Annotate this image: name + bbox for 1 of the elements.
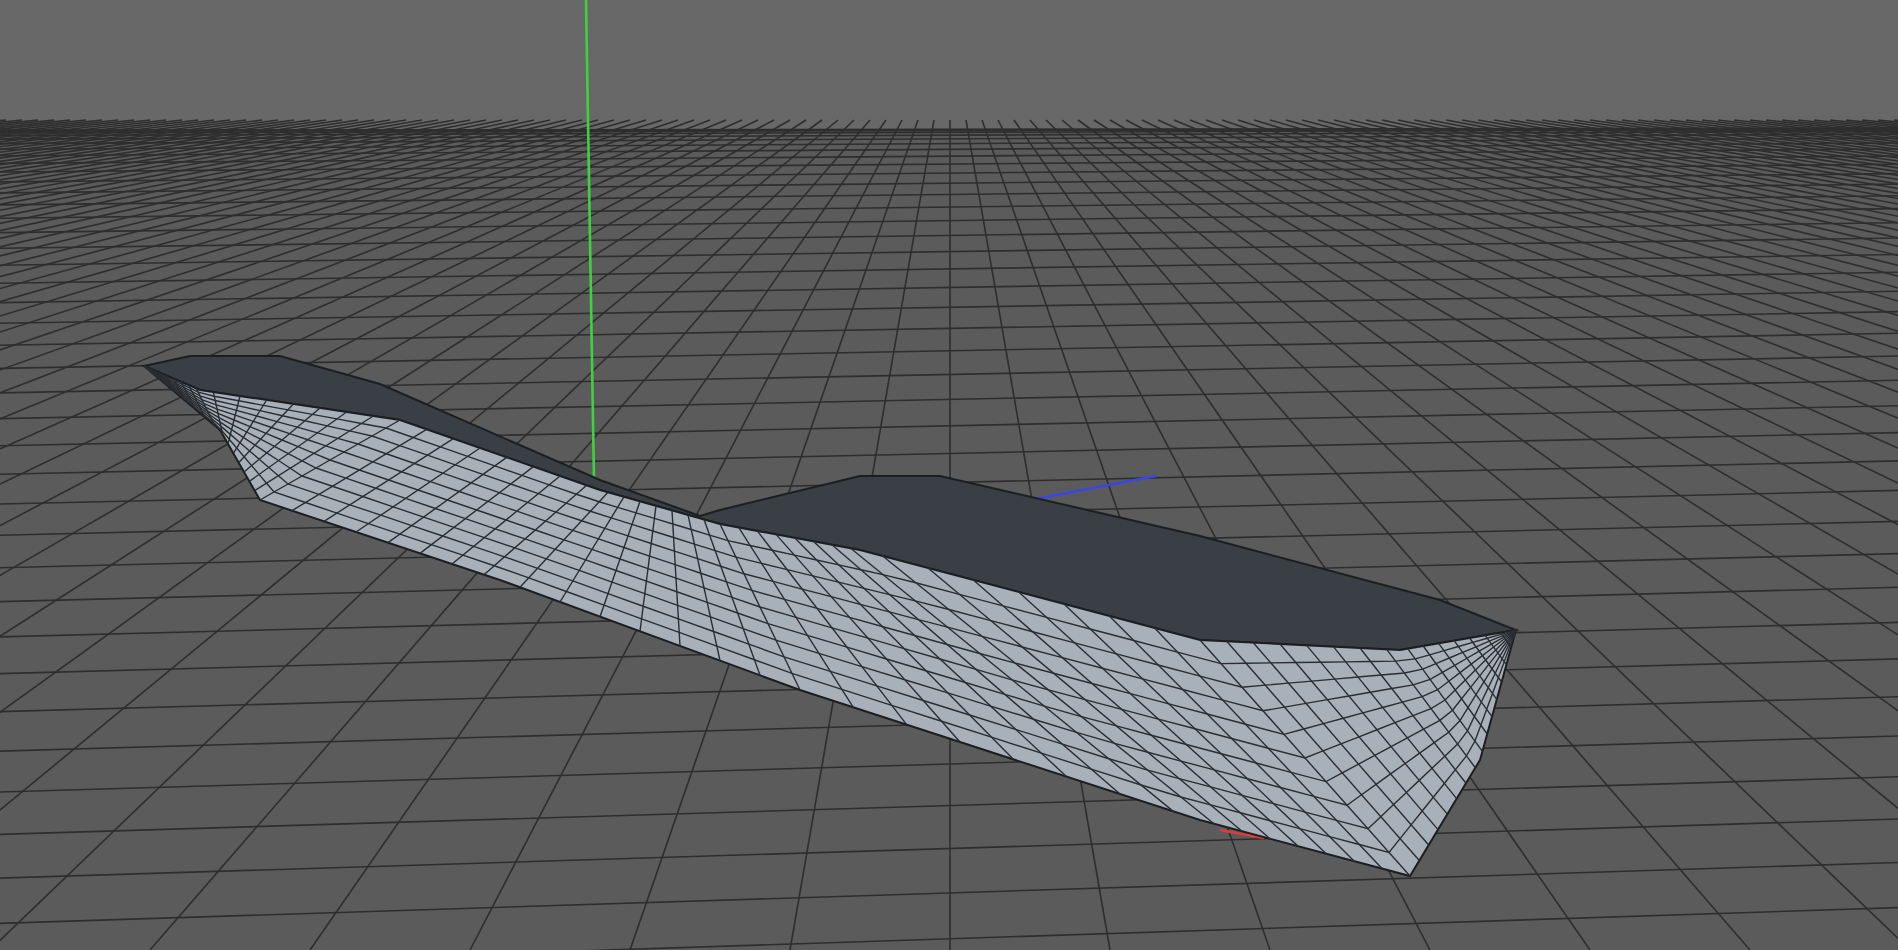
boat-hull-drawing[interactable] bbox=[140, 355, 1520, 878]
